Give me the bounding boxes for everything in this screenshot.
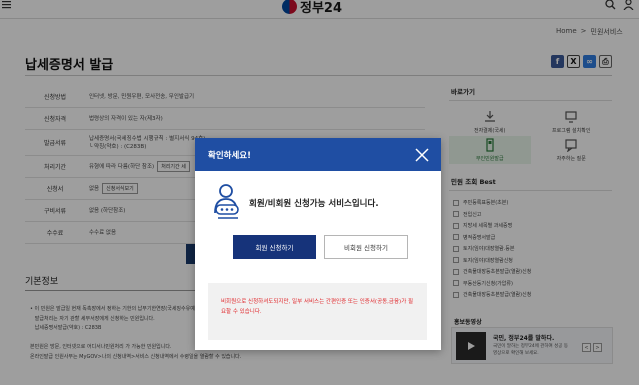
modal-notice-text: 비회원으로 신청하셔도되지만, 일부 서비스는 간편인증 또는 인증서(공동,금… xyxy=(221,299,414,315)
confirm-modal: 확인하세요! 회원/비회원 신청가능 서비스입니다. 회원 신청하기 비회원 신… xyxy=(195,138,441,350)
modal-message: 회원/비회원 신청가능 서비스입니다. xyxy=(249,199,379,209)
member-person-icon xyxy=(214,184,239,219)
modal-button-group: 회원 신청하기 비회원 신청하기 xyxy=(233,235,408,259)
modal-notice-box: 비회원으로 신청하셔도되지만, 일부 서비스는 간편인증 또는 인증서(공동,금… xyxy=(208,283,427,340)
modal-header: 확인하세요! xyxy=(195,138,441,171)
guest-apply-button[interactable]: 비회원 신청하기 xyxy=(324,235,408,259)
modal-body: 회원/비회원 신청가능 서비스입니다. 회원 신청하기 비회원 신청하기 비회원… xyxy=(195,171,441,350)
close-icon[interactable] xyxy=(415,147,429,162)
member-apply-button[interactable]: 회원 신청하기 xyxy=(233,235,316,259)
modal-title: 확인하세요! xyxy=(208,150,251,161)
